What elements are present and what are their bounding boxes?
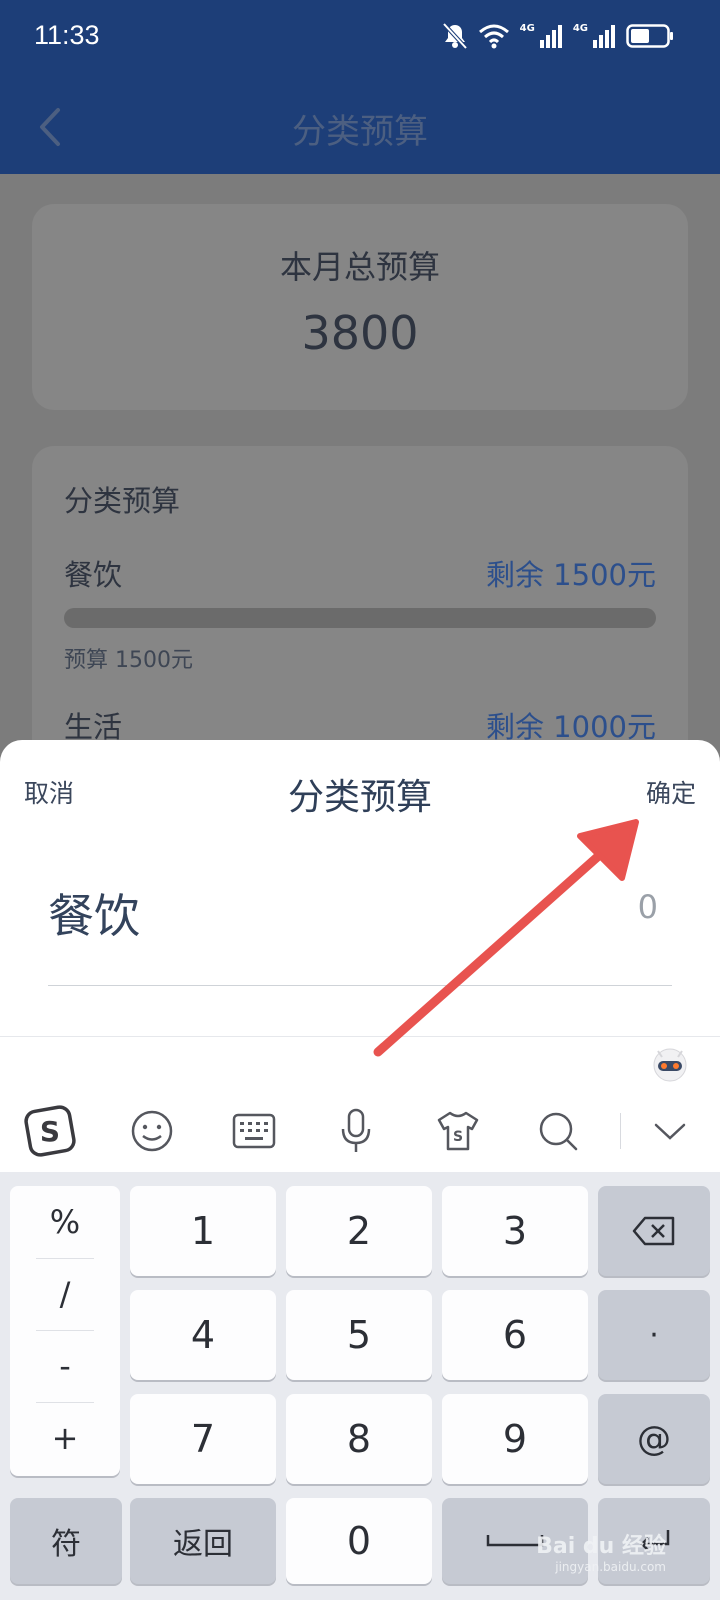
- key-7[interactable]: 7: [130, 1394, 276, 1484]
- back-key[interactable]: 返回: [130, 1498, 276, 1584]
- network-type-1: 4G: [519, 22, 535, 34]
- wifi-icon: [478, 24, 509, 49]
- key-4[interactable]: 4: [130, 1290, 276, 1380]
- total-budget-value: 3800: [301, 306, 419, 360]
- sogou-logo-icon[interactable]: S: [22, 1103, 78, 1159]
- input-underline: [48, 985, 672, 986]
- keyboard-mascot-icon[interactable]: [650, 1043, 690, 1083]
- backspace-key[interactable]: [598, 1186, 710, 1276]
- total-budget-label: 本月总预算: [279, 248, 440, 286]
- total-budget-card[interactable]: 本月总预算 3800: [32, 204, 688, 410]
- category-row-dining[interactable]: 餐饮 剩余 1500元 预算 1500元: [64, 552, 656, 673]
- keyboard-layout-icon[interactable]: [226, 1103, 282, 1159]
- sheet-category-name: 餐饮: [48, 889, 140, 943]
- backspace-icon: [632, 1216, 675, 1246]
- category-budget: 预算 1500元: [64, 648, 193, 673]
- watermark-url: jingyan.baidu.com: [555, 1560, 666, 1574]
- baidu-jingyan-watermark: Bai du 经验: [536, 1534, 666, 1559]
- key-3[interactable]: 3: [442, 1186, 588, 1276]
- mute-bell-icon: [442, 22, 468, 50]
- symbol-key[interactable]: 符: [10, 1498, 122, 1584]
- microphone-icon[interactable]: [328, 1103, 384, 1159]
- key-8[interactable]: 8: [286, 1394, 432, 1484]
- svg-text:S: S: [453, 1129, 463, 1145]
- amount-input[interactable]: 0: [638, 888, 658, 926]
- key-9[interactable]: 9: [442, 1394, 588, 1484]
- category-progress-bar: [64, 608, 656, 628]
- key-6[interactable]: 6: [442, 1290, 588, 1380]
- key-percent[interactable]: %: [10, 1186, 120, 1258]
- key-dot[interactable]: ·: [598, 1290, 710, 1380]
- svg-text:S: S: [40, 1115, 60, 1148]
- page-title: 分类预算: [292, 112, 428, 152]
- keyboard-toolbar: S S: [0, 1036, 720, 1172]
- signal-icon-1: [539, 25, 562, 48]
- key-plus[interactable]: +: [10, 1402, 120, 1474]
- status-icons: 4G 4G: [442, 22, 674, 50]
- confirm-button[interactable]: 确定: [646, 774, 696, 810]
- search-icon[interactable]: [530, 1103, 586, 1159]
- key-slash[interactable]: /: [10, 1258, 120, 1330]
- key-minus[interactable]: -: [10, 1330, 120, 1402]
- app-bar: 分类预算: [0, 80, 720, 174]
- emoji-icon[interactable]: [124, 1103, 180, 1159]
- category-name: 餐饮: [64, 558, 123, 592]
- toolbar-divider: [620, 1113, 621, 1149]
- status-bar: 11:33 4G 4G: [0, 0, 720, 80]
- network-type-2: 4G: [572, 22, 588, 34]
- key-0[interactable]: 0: [286, 1498, 432, 1584]
- signal-icon-2: [593, 25, 615, 48]
- symbol-column: % / - +: [10, 1186, 120, 1476]
- battery-icon: [626, 24, 673, 48]
- key-at[interactable]: @: [598, 1394, 710, 1484]
- category-remaining: 剩余 1500元: [485, 558, 656, 592]
- status-time: 11:33: [34, 20, 100, 50]
- key-2[interactable]: 2: [286, 1186, 432, 1276]
- key-1[interactable]: 1: [130, 1186, 276, 1276]
- skin-shirt-icon[interactable]: S: [430, 1103, 486, 1159]
- sheet-title: 分类预算: [287, 777, 432, 818]
- collapse-keyboard-chevron-down-icon[interactable]: [642, 1103, 698, 1159]
- key-5[interactable]: 5: [286, 1290, 432, 1380]
- category-budget-sheet: 取消 分类预算 确定 餐饮 0: [0, 740, 720, 1036]
- category-budget-title: 分类预算: [64, 484, 181, 518]
